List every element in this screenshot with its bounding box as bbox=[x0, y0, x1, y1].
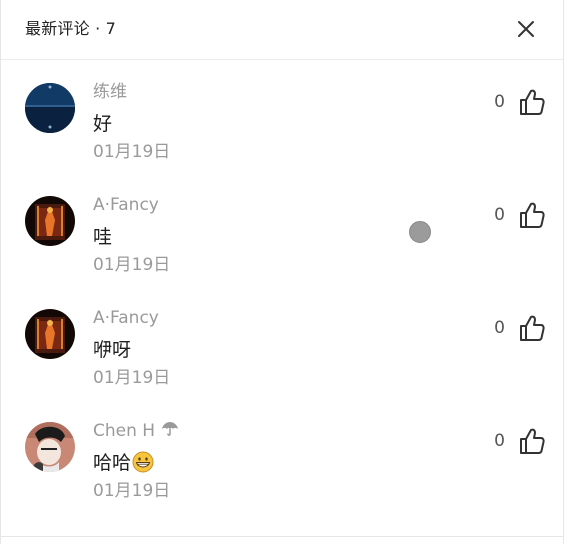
comment-text: 哈哈 bbox=[93, 452, 132, 474]
close-icon bbox=[518, 21, 534, 37]
close-button[interactable] bbox=[511, 14, 541, 44]
comment-date: 01月19日 bbox=[93, 368, 171, 388]
comments-title: 最新评论 · 7 bbox=[25, 19, 117, 38]
comment-content: 哈哈 bbox=[93, 451, 154, 475]
avatar[interactable] bbox=[25, 196, 75, 246]
comments-panel: 最新评论 · 7 练维 好 01月19日 0 A·Fancy 哇 01月19日 … bbox=[0, 0, 564, 544]
thumbs-up-icon bbox=[520, 428, 545, 454]
comments-header: 最新评论 · 7 bbox=[1, 0, 563, 60]
comment-author-name: Chen H bbox=[93, 421, 156, 441]
thumbs-up-icon bbox=[520, 202, 545, 228]
comment-content: 好 bbox=[93, 113, 113, 135]
comment-item: A·Fancy 哇 01月19日 0 bbox=[1, 194, 563, 296]
divider bbox=[1, 536, 563, 537]
comment-item: Chen H 哈哈 01月19日 0 bbox=[1, 420, 563, 522]
comment-content: 咿呀 bbox=[93, 339, 132, 361]
thumbs-up-icon bbox=[520, 315, 545, 341]
like-button[interactable] bbox=[517, 313, 547, 343]
like-count: 0 bbox=[494, 92, 505, 112]
comment-author[interactable]: 练维 bbox=[93, 81, 127, 103]
avatar[interactable] bbox=[25, 422, 75, 472]
avatar[interactable] bbox=[25, 83, 75, 133]
like-count: 0 bbox=[494, 431, 505, 451]
comment-content: 哇 bbox=[93, 226, 113, 248]
like-button[interactable] bbox=[517, 426, 547, 456]
avatar[interactable] bbox=[25, 309, 75, 359]
comment-item: A·Fancy 咿呀 01月19日 0 bbox=[1, 307, 563, 409]
mouse-cursor bbox=[409, 221, 431, 243]
like-count: 0 bbox=[494, 205, 505, 225]
comment-item: 练维 好 01月19日 0 bbox=[1, 81, 563, 183]
comment-author[interactable]: Chen H bbox=[93, 420, 179, 442]
like-count: 0 bbox=[494, 318, 505, 338]
umbrella-icon bbox=[162, 422, 179, 436]
grinning-face-emoji bbox=[132, 451, 154, 473]
thumbs-up-icon bbox=[520, 89, 545, 115]
comment-author[interactable]: A·Fancy bbox=[93, 307, 159, 329]
comment-date: 01月19日 bbox=[93, 481, 171, 501]
like-button[interactable] bbox=[517, 200, 547, 230]
comment-date: 01月19日 bbox=[93, 255, 171, 275]
comment-date: 01月19日 bbox=[93, 142, 171, 162]
comment-author[interactable]: A·Fancy bbox=[93, 194, 159, 216]
like-button[interactable] bbox=[517, 87, 547, 117]
